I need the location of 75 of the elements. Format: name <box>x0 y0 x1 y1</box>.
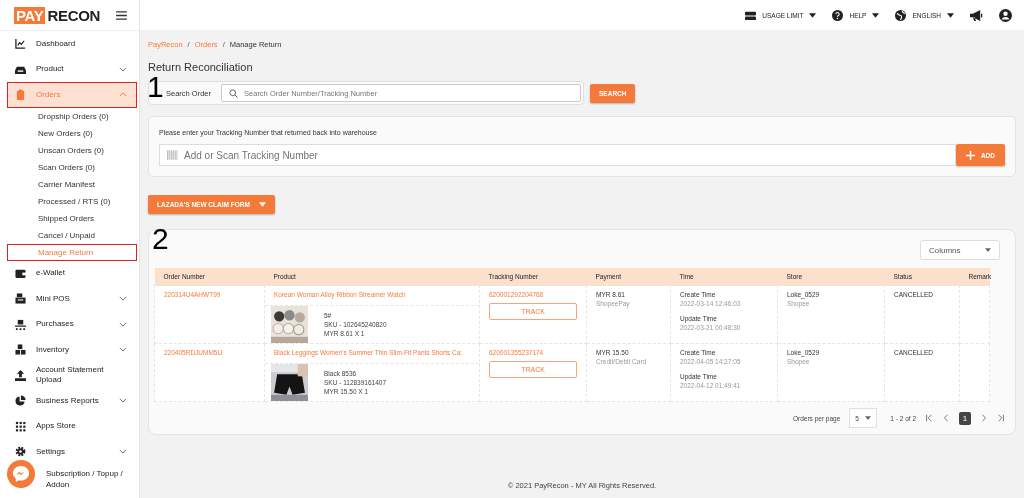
caret-down-icon <box>809 12 817 18</box>
sidebar-item[interactable]: Subscription / Topup / Addon <box>38 464 137 495</box>
chevron-down-icon <box>119 321 127 327</box>
submenu-item[interactable]: Unscan Orders (0) <box>7 141 137 159</box>
clip-icon <box>15 89 26 101</box>
barcode-icon <box>167 150 178 160</box>
sidebar-item-label: Subscription / Topup / Addon <box>46 469 124 490</box>
submenu-item[interactable]: Shipped Orders <box>7 209 137 227</box>
sidebar-item-label: e-Wallet <box>36 268 67 279</box>
sidebar-item[interactable]: Business Reports <box>7 388 137 414</box>
sidebar-item-label: Purchases <box>36 319 75 330</box>
search-icon <box>229 88 239 98</box>
chevron-down-icon <box>119 296 127 302</box>
chevron-down-icon <box>119 398 127 404</box>
sidebar-item-label: Dashboard <box>36 38 77 49</box>
sidebar-item[interactable]: Apps Store <box>7 413 137 439</box>
drive-icon <box>745 9 757 21</box>
annotation-number: 2 <box>152 224 169 254</box>
sidebar-item-label: Apps Store <box>36 421 77 432</box>
sidebar-item-label: Settings <box>36 446 66 457</box>
upload-icon <box>15 369 26 381</box>
sidebar-item-label: Product <box>36 64 65 75</box>
chevron-up-icon <box>119 92 127 98</box>
sidebar-item-label: Mini POS <box>36 293 71 304</box>
submenu-item[interactable]: Processed / RTS (0) <box>7 192 137 210</box>
caret-down-icon <box>872 12 880 18</box>
submenu-item[interactable]: Scan Orders (0) <box>7 158 137 176</box>
help-icon <box>832 9 844 21</box>
chevron-down-icon <box>119 449 127 455</box>
plus-icon <box>965 150 975 160</box>
boxes-icon <box>15 344 26 356</box>
caret-down-icon <box>865 416 872 420</box>
sidebar-item[interactable]: Product <box>7 56 137 82</box>
pos-icon <box>15 293 26 305</box>
submenu-item[interactable]: New Orders (0) <box>7 124 137 142</box>
menu-icon[interactable] <box>116 10 127 20</box>
pie-icon <box>15 395 26 407</box>
next-page-icon[interactable] <box>980 414 988 422</box>
annotation-number: 1 <box>147 72 164 102</box>
grid-icon <box>15 420 26 432</box>
sidebar-item-label: Business Reports <box>36 395 100 406</box>
page-title: Return Reconciliation <box>148 61 254 73</box>
previous-page-icon[interactable] <box>942 414 950 422</box>
pallet-icon <box>15 318 26 330</box>
submenu-item[interactable]: Carrier Manifest <box>7 175 137 193</box>
page-button[interactable]: 1 <box>959 411 971 425</box>
chevron-down-icon <box>119 66 127 72</box>
caret-down-icon <box>985 248 991 252</box>
chevron-down-icon <box>119 347 127 353</box>
last-page-icon[interactable] <box>997 414 1005 422</box>
sidebar-item[interactable]: Settings <box>7 439 137 465</box>
caret-down-icon <box>947 12 954 18</box>
sidebar-item-label: Account Statement Upload <box>36 364 105 386</box>
sidebar-item[interactable]: Purchases <box>7 311 137 337</box>
sidebar-item[interactable]: e-Wallet <box>7 260 137 286</box>
sidebar-item[interactable]: Mini POS <box>7 286 137 312</box>
sidebar-item-label: Orders <box>36 89 62 100</box>
megaphone-icon[interactable] <box>970 8 983 22</box>
first-page-icon[interactable] <box>925 414 933 422</box>
sidebar-item[interactable]: Inventory <box>7 337 137 363</box>
columns-dropdown[interactable]: Columns <box>920 240 1000 260</box>
payrecon-logo[interactable]: PAY RECON <box>14 6 101 24</box>
submenu-item[interactable]: Cancel / Unpaid <box>7 226 137 244</box>
chat-bubble-icon[interactable] <box>7 460 35 488</box>
submenu-item[interactable]: Dropship Orders (0) <box>7 107 137 125</box>
sidebar-item-label: Inventory <box>36 344 70 355</box>
chart-icon <box>15 38 26 50</box>
caret-down-icon <box>258 202 266 207</box>
sidebar-item[interactable]: Account Statement Upload <box>7 362 137 388</box>
globe-icon <box>895 9 907 21</box>
tracking-number-field[interactable]: Add or Scan Tracking Number <box>159 144 956 166</box>
sidebar-item[interactable]: Dashboard <box>7 31 137 57</box>
gear-icon <box>15 446 26 458</box>
user-icon[interactable] <box>999 8 1012 22</box>
wallet-icon <box>15 267 26 279</box>
